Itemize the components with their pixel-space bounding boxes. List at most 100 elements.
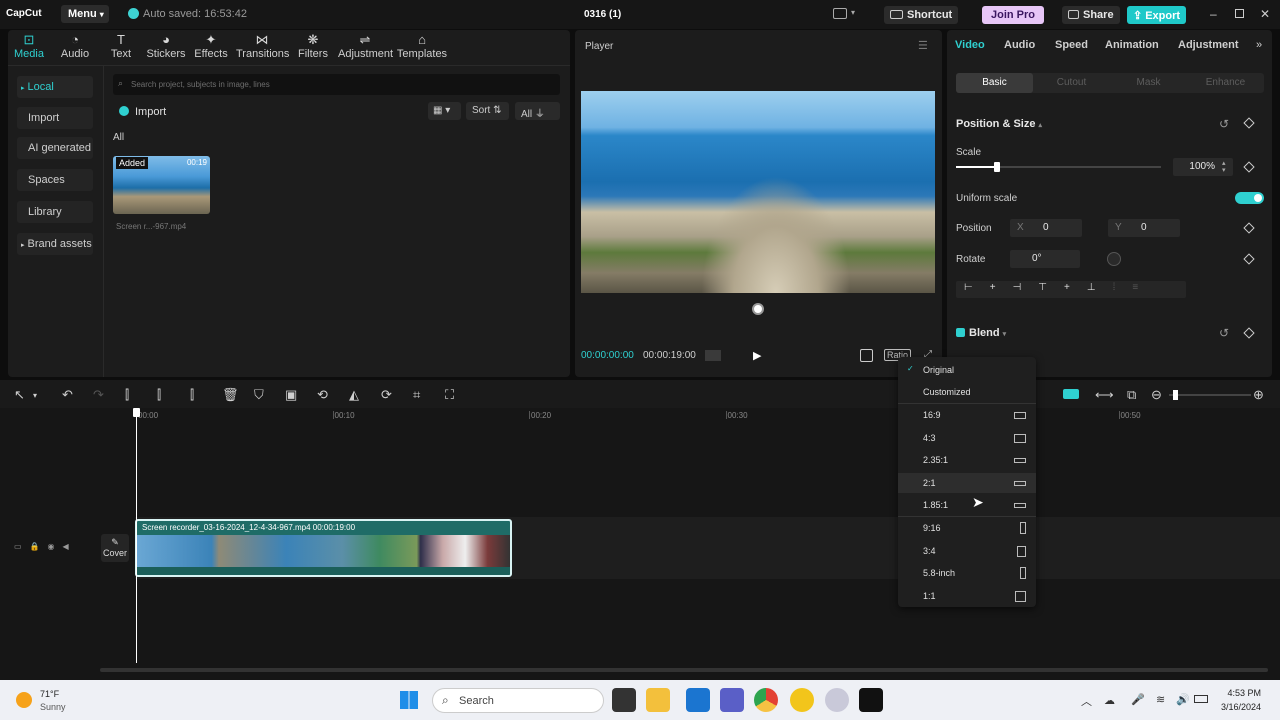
split-left-icon[interactable]: ⫿ [157, 387, 161, 403]
chrome-icon[interactable] [754, 688, 778, 712]
player-menu-icon[interactable]: ☰ [918, 39, 928, 52]
copilot-icon[interactable] [825, 688, 849, 712]
split-right-icon[interactable]: ⫿ [190, 387, 194, 403]
select-cursor-icon[interactable]: ↖ [14, 387, 25, 403]
track-type-icon[interactable]: ▭ [14, 542, 30, 551]
microphone-icon[interactable]: 🎤 [1131, 693, 1145, 706]
freeze-icon[interactable]: ▣ [285, 387, 297, 403]
media-clip-thumbnail[interactable]: Added 00:19 [113, 156, 210, 214]
rotate-dial-icon[interactable] [1107, 252, 1121, 266]
play-icon[interactable]: ▶ [753, 349, 761, 362]
shortcut-button[interactable]: Shortcut [884, 6, 959, 24]
right-tab-adjustment[interactable]: Adjustment [1178, 39, 1239, 51]
expand-panel-icon[interactable]: » [1256, 39, 1262, 51]
export-button[interactable]: ⇪ Export [1127, 6, 1187, 24]
ratio-option-1-85-1[interactable]: 1.85:1 [898, 495, 1036, 515]
tab-audio[interactable]: ◔ Audio [49, 32, 101, 60]
blend-section[interactable]: Blend ▾ [956, 327, 1006, 339]
minimize-icon[interactable]: – [1210, 7, 1217, 21]
sidebar-item-ai-generated[interactable]: AI generated [17, 137, 93, 159]
scale-slider[interactable] [956, 162, 1161, 172]
align-center-v-icon[interactable]: + [1064, 282, 1087, 293]
rotate-input[interactable]: 0° [1010, 250, 1080, 268]
align-bottom-icon[interactable]: ⊥ [1087, 282, 1113, 293]
tab-adjustment[interactable]: ⇌ Adjustment [338, 32, 393, 60]
lock-icon[interactable]: 🔒 [30, 542, 48, 551]
ratio-option-16-9[interactable]: 16:9 [898, 405, 1036, 425]
capcut-taskbar-icon[interactable] [859, 688, 883, 712]
taskbar-clock[interactable]: 4:53 PM [1211, 688, 1261, 698]
sidebar-item-library[interactable]: Library [17, 201, 93, 223]
share-button[interactable]: Share [1062, 6, 1120, 24]
grid-view-button[interactable]: ▦ ▾ [428, 102, 461, 120]
stepper-icon[interactable]: ▴ ▾ [1222, 160, 1226, 174]
ratio-option-9-16[interactable]: 9:16 [898, 518, 1036, 538]
align-center-h-icon[interactable]: + [990, 282, 1013, 293]
subtab-mask[interactable]: Mask [1110, 73, 1187, 93]
preview-axis-icon[interactable]: ⧉ [1127, 387, 1136, 403]
reset-icon[interactable]: ↺ [1219, 326, 1229, 340]
ratio-option-2-1[interactable]: 2:1 [898, 473, 1036, 493]
ratio-option-4-3[interactable]: 4:3 [898, 428, 1036, 448]
chevron-down-icon[interactable]: ▾ [33, 391, 37, 400]
undo-icon[interactable]: ↶ [62, 387, 73, 403]
right-tab-animation[interactable]: Animation [1105, 39, 1159, 51]
sidebar-item-brand-assets[interactable]: ▸ Brand assets [17, 233, 93, 255]
teams-icon[interactable] [720, 688, 744, 712]
scale-slider-knob[interactable] [994, 162, 1000, 172]
image-edit-icon[interactable]: ⛶ [445, 387, 454, 403]
redo-icon[interactable]: ↷ [93, 387, 104, 403]
crop-icon[interactable]: ⌗ [413, 387, 420, 403]
subtab-cutout[interactable]: Cutout [1033, 73, 1110, 93]
norton-icon[interactable] [790, 688, 814, 712]
fullscreen-fit-icon[interactable] [860, 349, 873, 362]
video-preview[interactable] [581, 91, 935, 293]
tab-effects[interactable]: ✦ Effects [185, 32, 237, 60]
chevron-down-icon[interactable]: ▾ [851, 8, 855, 17]
timeline-icon[interactable] [705, 350, 721, 361]
split-icon[interactable]: ⫿ [125, 387, 129, 403]
wifi-icon[interactable]: ≋ [1156, 693, 1165, 706]
taskbar-date[interactable]: 3/16/2024 [1201, 702, 1261, 712]
rotate-handle-icon[interactable] [752, 303, 764, 315]
position-x-input[interactable]: X0 [1010, 219, 1082, 237]
right-tab-speed[interactable]: Speed [1055, 39, 1088, 51]
delete-icon[interactable]: 🗑 [222, 387, 239, 403]
zoom-out-icon[interactable]: ⊖ [1151, 387, 1162, 403]
mark-icon[interactable]: ⛉ [254, 387, 264, 403]
volume-icon[interactable]: ◀ [63, 542, 77, 551]
zoom-slider[interactable] [1169, 390, 1251, 400]
sidebar-item-spaces[interactable]: Spaces [17, 169, 93, 191]
align-left-icon[interactable]: ⊢ [964, 282, 990, 293]
ratio-option-5-8-inch[interactable]: 5.8-inch [898, 563, 1036, 583]
link-icon[interactable]: ⟷ [1095, 387, 1114, 403]
playhead-handle[interactable] [133, 408, 140, 417]
file-explorer-icon[interactable] [646, 688, 670, 712]
zoom-in-icon[interactable]: ⊕ [1253, 387, 1264, 403]
align-right-icon[interactable]: ⊣ [1013, 282, 1039, 293]
sidebar-item-import[interactable]: Import [17, 107, 93, 129]
import-button[interactable]: Import [119, 106, 166, 118]
distribute-v-icon[interactable]: ≡ [1132, 282, 1155, 293]
horizontal-scrollbar[interactable] [100, 668, 1268, 672]
show-hidden-icons[interactable]: ︿ [1081, 693, 1092, 709]
section-title-position-size[interactable]: Position & Size ▴ [956, 118, 1042, 130]
close-icon[interactable]: ✕ [1260, 7, 1270, 21]
weather-sun-icon[interactable] [16, 692, 32, 708]
reset-icon[interactable]: ↺ [1219, 117, 1229, 131]
task-view-icon[interactable] [612, 688, 636, 712]
magnet-toggle-icon[interactable] [1063, 389, 1079, 399]
mirror-icon[interactable]: ◭ [349, 387, 359, 403]
eye-icon[interactable]: ◉ [48, 542, 63, 551]
sort-button[interactable]: Sort ⇅ [466, 102, 509, 120]
ratio-option-1-1[interactable]: 1:1 [898, 586, 1036, 606]
right-tab-audio[interactable]: Audio [1004, 39, 1035, 51]
maximize-icon[interactable] [1235, 9, 1244, 18]
tab-media[interactable]: ⊡ Media [3, 32, 55, 60]
uniform-scale-toggle[interactable] [1235, 192, 1264, 204]
tab-transitions[interactable]: ⋈ Transitions [236, 32, 289, 60]
weather-temperature[interactable]: 71°F [40, 689, 59, 699]
ratio-option-original[interactable]: ✓ Original [898, 360, 1036, 380]
tab-filters[interactable]: ❋ Filters [287, 32, 339, 60]
cover-button[interactable]: ✎ Cover [101, 534, 129, 562]
